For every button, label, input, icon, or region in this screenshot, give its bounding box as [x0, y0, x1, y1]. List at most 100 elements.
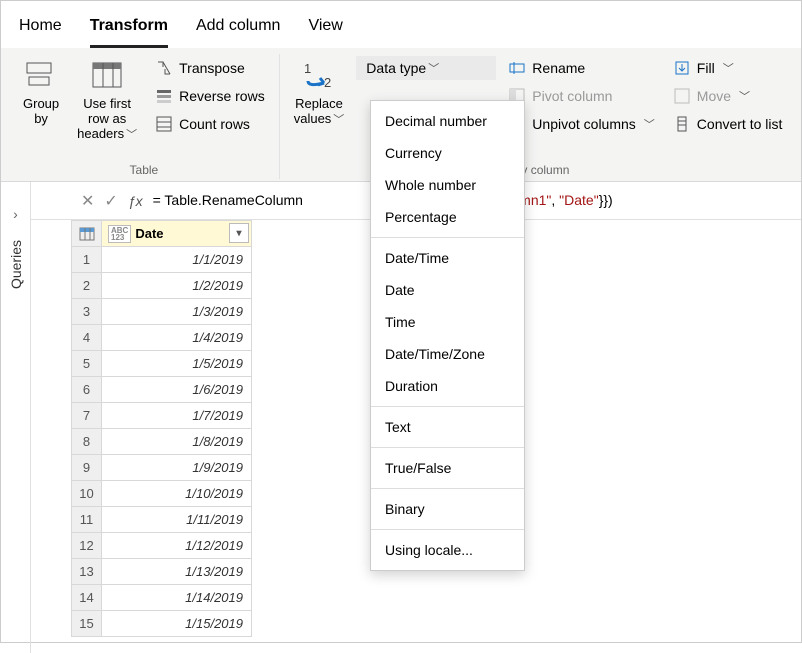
row-number[interactable]: 15: [72, 611, 102, 637]
transpose-button[interactable]: Transpose: [149, 56, 271, 80]
table-row[interactable]: 71/7/2019: [72, 403, 252, 429]
replace-label: Replace values﹀: [294, 96, 345, 127]
use-first-row-icon: [90, 58, 124, 92]
row-number[interactable]: 11: [72, 507, 102, 533]
row-number[interactable]: 5: [72, 351, 102, 377]
type-locale[interactable]: Using locale...: [371, 534, 524, 566]
row-number[interactable]: 2: [72, 273, 102, 299]
table-row[interactable]: 151/15/2019: [72, 611, 252, 637]
row-number[interactable]: 3: [72, 299, 102, 325]
table-row[interactable]: 141/14/2019: [72, 585, 252, 611]
cell-date[interactable]: 1/12/2019: [102, 533, 252, 559]
column-header-date[interactable]: ABC123 Date ▾: [102, 221, 252, 247]
data-type-button[interactable]: Data type﹀: [356, 56, 496, 80]
table-row[interactable]: 31/3/2019: [72, 299, 252, 325]
cell-date[interactable]: 1/14/2019: [102, 585, 252, 611]
type-binary[interactable]: Binary: [371, 493, 524, 525]
fill-icon: [673, 59, 691, 77]
table-row[interactable]: 11/1/2019: [72, 247, 252, 273]
cell-date[interactable]: 1/13/2019: [102, 559, 252, 585]
table-row[interactable]: 81/8/2019: [72, 429, 252, 455]
table-row[interactable]: 51/5/2019: [72, 351, 252, 377]
unpivot-button[interactable]: Unpivot columns﹀: [502, 112, 661, 136]
tab-add-column[interactable]: Add column: [196, 11, 281, 48]
data-type-dropdown: Decimal number Currency Whole number Per…: [370, 100, 525, 571]
type-percentage[interactable]: Percentage: [371, 201, 524, 233]
fx-icon[interactable]: ƒx: [128, 193, 143, 209]
type-whole[interactable]: Whole number: [371, 169, 524, 201]
convert-icon: [673, 115, 691, 133]
type-currency[interactable]: Currency: [371, 137, 524, 169]
row-number[interactable]: 10: [72, 481, 102, 507]
count-rows-button[interactable]: Count rows: [149, 112, 271, 136]
type-date[interactable]: Date: [371, 274, 524, 306]
type-datetimezone[interactable]: Date/Time/Zone: [371, 338, 524, 370]
tab-view[interactable]: View: [308, 11, 342, 48]
cell-date[interactable]: 1/15/2019: [102, 611, 252, 637]
column-type-icon[interactable]: ABC123: [108, 225, 131, 243]
main-tabs: Home Transform Add column View: [1, 1, 801, 48]
pivot-label: Pivot column: [532, 88, 612, 104]
table-row[interactable]: 111/11/2019: [72, 507, 252, 533]
column-name: Date: [135, 226, 163, 241]
transpose-label: Transpose: [179, 60, 245, 76]
type-datetime[interactable]: Date/Time: [371, 242, 524, 274]
table-row[interactable]: 91/9/2019: [72, 455, 252, 481]
row-number[interactable]: 6: [72, 377, 102, 403]
cell-date[interactable]: 1/5/2019: [102, 351, 252, 377]
table-row[interactable]: 41/4/2019: [72, 325, 252, 351]
rename-button[interactable]: Rename: [502, 56, 661, 80]
type-truefalse[interactable]: True/False: [371, 452, 524, 484]
table-row[interactable]: 61/6/2019: [72, 377, 252, 403]
reverse-rows-button[interactable]: Reverse rows: [149, 84, 271, 108]
type-duration[interactable]: Duration: [371, 370, 524, 402]
cell-date[interactable]: 1/8/2019: [102, 429, 252, 455]
tab-transform[interactable]: Transform: [90, 11, 168, 48]
fill-button[interactable]: Fill﹀: [667, 56, 789, 80]
cell-date[interactable]: 1/6/2019: [102, 377, 252, 403]
group-by-button[interactable]: Group by: [17, 54, 65, 130]
ribbon-group-table: Group by Use first row as headers﹀ Trans…: [9, 54, 280, 179]
cell-date[interactable]: 1/11/2019: [102, 507, 252, 533]
replace-values-button[interactable]: 12 Replace values﹀: [288, 54, 351, 131]
convert-list-button[interactable]: Convert to list: [667, 112, 789, 136]
cell-date[interactable]: 1/3/2019: [102, 299, 252, 325]
reverse-label: Reverse rows: [179, 88, 265, 104]
cell-date[interactable]: 1/2/2019: [102, 273, 252, 299]
table-row[interactable]: 101/10/2019: [72, 481, 252, 507]
column-filter-button[interactable]: ▾: [229, 223, 249, 243]
row-number[interactable]: 7: [72, 403, 102, 429]
cell-date[interactable]: 1/1/2019: [102, 247, 252, 273]
table-row[interactable]: 121/12/2019: [72, 533, 252, 559]
type-text[interactable]: Text: [371, 411, 524, 443]
type-decimal[interactable]: Decimal number: [371, 105, 524, 137]
cancel-formula-button[interactable]: ✕: [81, 191, 94, 211]
rename-icon: [508, 59, 526, 77]
dropdown-separator: [371, 447, 524, 448]
use-first-row-label: Use first row as headers﹀: [77, 96, 137, 142]
row-number[interactable]: 8: [72, 429, 102, 455]
count-icon: [155, 115, 173, 133]
cell-date[interactable]: 1/10/2019: [102, 481, 252, 507]
table-row[interactable]: 21/2/2019: [72, 273, 252, 299]
row-number[interactable]: 1: [72, 247, 102, 273]
use-first-row-button[interactable]: Use first row as headers﹀: [71, 54, 143, 146]
cell-date[interactable]: 1/7/2019: [102, 403, 252, 429]
commit-formula-button[interactable]: ✓: [104, 191, 117, 211]
queries-side-tab[interactable]: › Queries: [1, 182, 31, 653]
table-row[interactable]: 131/13/2019: [72, 559, 252, 585]
type-time[interactable]: Time: [371, 306, 524, 338]
select-all-corner[interactable]: [72, 221, 102, 247]
rename-label: Rename: [532, 60, 585, 76]
row-number[interactable]: 12: [72, 533, 102, 559]
cell-date[interactable]: 1/9/2019: [102, 455, 252, 481]
row-number[interactable]: 9: [72, 455, 102, 481]
cell-date[interactable]: 1/4/2019: [102, 325, 252, 351]
fill-label: Fill: [697, 60, 715, 76]
tab-home[interactable]: Home: [19, 11, 62, 48]
unpivot-label: Unpivot columns: [532, 116, 636, 132]
row-number[interactable]: 13: [72, 559, 102, 585]
row-number[interactable]: 14: [72, 585, 102, 611]
dropdown-separator: [371, 529, 524, 530]
row-number[interactable]: 4: [72, 325, 102, 351]
